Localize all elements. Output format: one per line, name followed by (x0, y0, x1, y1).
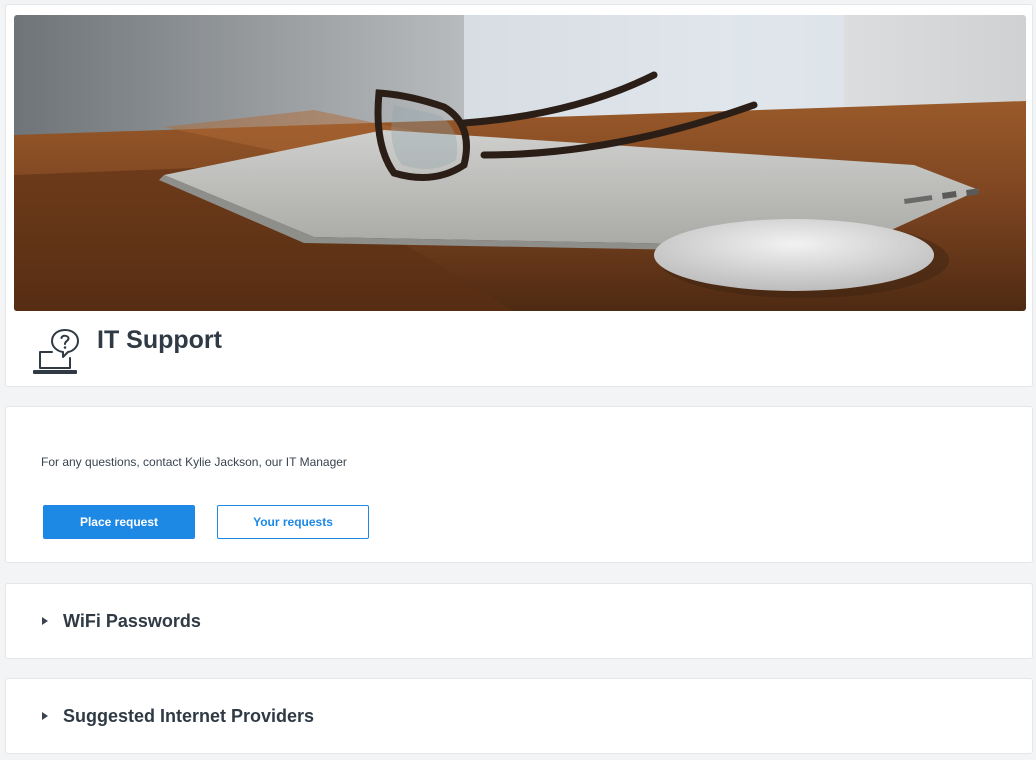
internet-providers-section: Suggested Internet Providers (5, 678, 1033, 754)
banner-image (14, 15, 1026, 311)
caret-right-icon (42, 712, 48, 720)
page-title: IT Support (97, 326, 222, 354)
info-card: For any questions, contact Kylie Jackson… (5, 406, 1033, 563)
laptop-desk-illustration (14, 15, 1026, 311)
caret-right-icon (42, 617, 48, 625)
contact-text: For any questions, contact Kylie Jackson… (41, 455, 347, 469)
place-request-button[interactable]: Place request (43, 505, 195, 539)
laptop-question-icon (33, 329, 79, 374)
section-label: Suggested Internet Providers (63, 705, 315, 726)
header-card: IT Support (5, 4, 1033, 387)
wifi-passwords-toggle[interactable]: WiFi Passwords (42, 584, 201, 658)
section-label: WiFi Passwords (63, 610, 201, 631)
your-requests-button[interactable]: Your requests (217, 505, 369, 539)
internet-providers-toggle[interactable]: Suggested Internet Providers (42, 679, 314, 753)
wifi-passwords-section: WiFi Passwords (5, 583, 1033, 659)
